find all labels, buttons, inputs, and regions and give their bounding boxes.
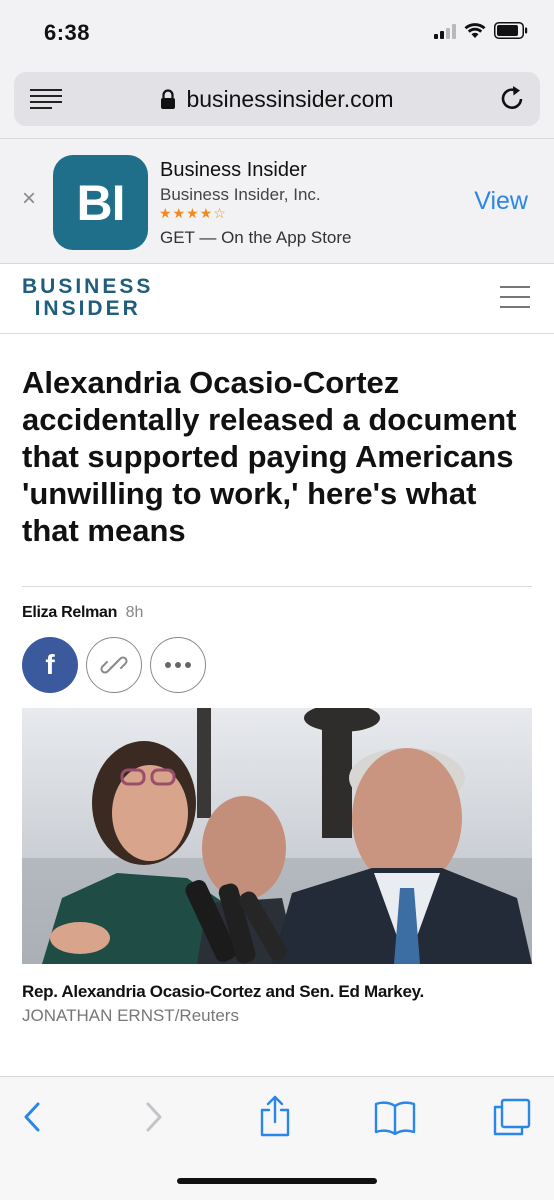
share-buttons: f [22, 637, 206, 693]
tabs-icon[interactable] [492, 1097, 532, 1137]
photo-caption: Rep. Alexandria Ocasio-Cortez and Sen. E… [22, 982, 424, 1001]
photo-credit: JONATHAN ERNST/Reuters [22, 1006, 239, 1025]
battery-icon [494, 22, 528, 39]
more-options-button[interactable] [150, 637, 206, 693]
app-name: Business Insider [160, 159, 307, 181]
copy-link-button[interactable] [86, 637, 142, 693]
browser-address-area: businessinsider.com [0, 62, 554, 138]
article-headline: Alexandria Ocasio-Cortez accidentally re… [22, 365, 517, 548]
photo-illustration [22, 708, 532, 964]
logo-line-2: INSIDER [34, 297, 141, 320]
home-indicator [177, 1178, 377, 1184]
link-icon [100, 656, 128, 674]
business-insider-logo[interactable]: BUSINESS INSIDER [22, 276, 153, 320]
address-bar[interactable]: businessinsider.com [14, 72, 540, 126]
wifi-icon [464, 23, 486, 38]
status-time: 6:38 [44, 20, 91, 45]
app-company: Business Insider, Inc. [160, 185, 321, 204]
site-header: BUSINESS INSIDER [0, 264, 554, 334]
facebook-icon: f [45, 649, 55, 680]
hamburger-menu-icon[interactable] [500, 286, 530, 316]
close-icon[interactable]: × [22, 185, 36, 213]
author-name[interactable]: Eliza Relman [22, 604, 117, 621]
smart-app-banner: × BI Business Insider Business Insider, … [0, 138, 554, 264]
divider [22, 586, 532, 587]
facebook-share-button[interactable]: f [22, 637, 78, 693]
view-app-button[interactable]: View [474, 187, 528, 216]
status-bar: 6:38 [0, 0, 554, 62]
bookmarks-icon[interactable] [374, 1099, 416, 1135]
forward-icon[interactable] [144, 1101, 164, 1133]
more-icon [165, 662, 191, 668]
lock-icon [161, 89, 176, 109]
status-icons [434, 22, 528, 39]
reload-icon[interactable] [500, 85, 526, 113]
publish-time: 8h [125, 604, 144, 621]
url-display[interactable]: businessinsider.com [14, 86, 540, 113]
byline: Eliza Relman 8h [22, 604, 143, 622]
back-icon[interactable] [22, 1101, 42, 1133]
article-photo[interactable] [22, 708, 532, 964]
app-store-text: GET — On the App Store [160, 228, 352, 247]
app-icon[interactable]: BI [53, 155, 148, 250]
app-rating-stars: ★★★★☆ [159, 205, 227, 221]
share-icon[interactable] [258, 1095, 292, 1137]
url-text: businessinsider.com [186, 86, 394, 112]
logo-line-1: BUSINESS [22, 275, 154, 298]
signal-icon [434, 23, 456, 39]
